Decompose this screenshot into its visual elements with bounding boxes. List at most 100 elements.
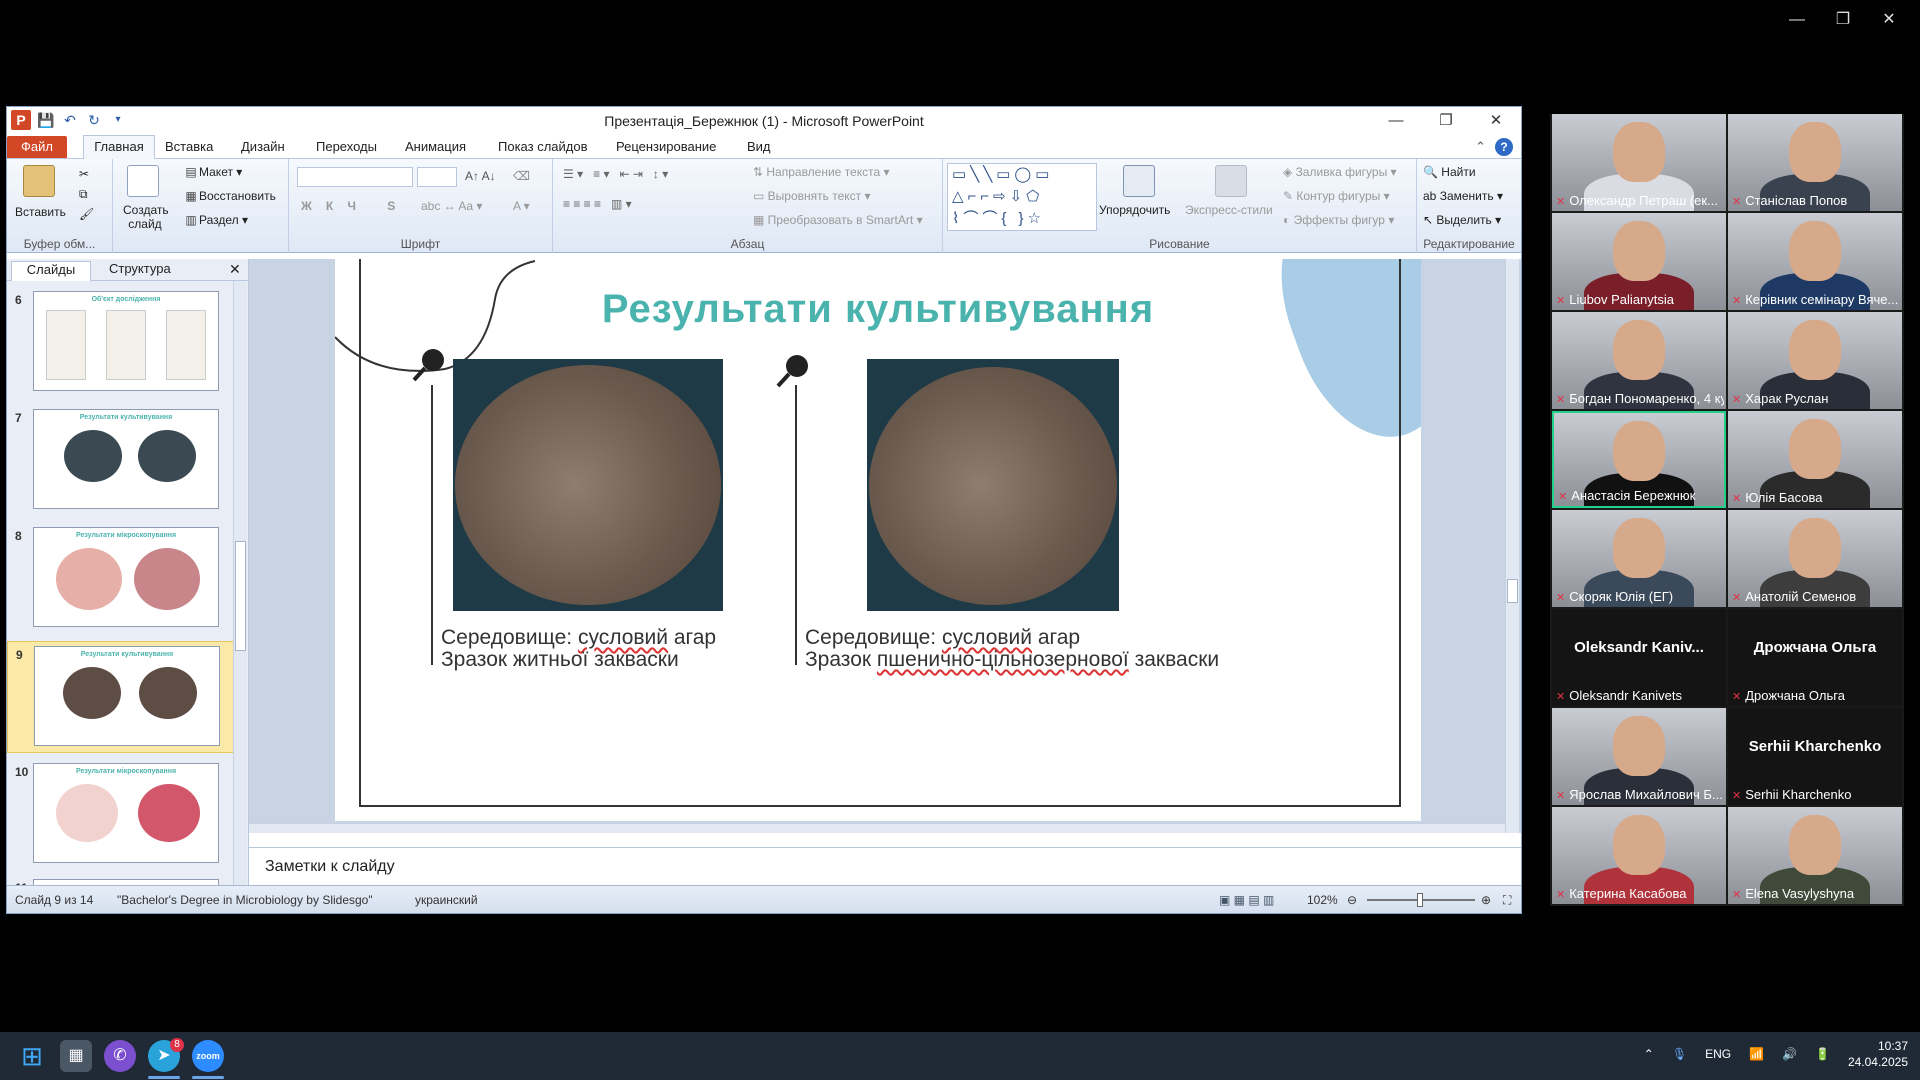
participant-tile[interactable]: ✕ Elena Vasylyshyna [1728, 807, 1902, 904]
participant-tile[interactable]: ✕ Скоряк Юлія (ЕГ) [1552, 510, 1726, 607]
shape-fill-button[interactable]: ◈ Заливка фигуры ▾ [1283, 165, 1397, 179]
font-size-select[interactable] [417, 167, 457, 187]
zoom-level[interactable]: 102% [1307, 893, 1338, 907]
wifi-icon[interactable]: 📶 [1749, 1047, 1764, 1061]
clear-format-icon[interactable]: ⌫ [513, 169, 530, 183]
tab-review[interactable]: Рецензирование [616, 139, 716, 154]
help-icon[interactable]: ? [1495, 138, 1513, 156]
shape-outline-button[interactable]: ✎ Контур фигуры ▾ [1283, 189, 1390, 203]
font-style-buttons[interactable]: ЖКЧ S [301, 199, 409, 213]
slide-scroll-thumb[interactable] [1507, 579, 1518, 603]
close-button[interactable]: ✕ [1471, 107, 1521, 135]
tray-expand-icon[interactable]: ⌃ [1644, 1047, 1654, 1061]
arrange-icon[interactable] [1123, 165, 1155, 197]
slide-thumbnail-6[interactable]: 6 Об'єкт дослідження [7, 287, 235, 399]
battery-icon[interactable]: 🔋 [1815, 1047, 1830, 1061]
tab-file[interactable]: Файл [7, 136, 67, 158]
font-color-icon[interactable]: A ▾ [513, 199, 530, 213]
reset-button[interactable]: ▦ Восстановить [183, 189, 276, 203]
slide-horizontal-scrollbar[interactable] [249, 823, 1505, 833]
zoom-in-icon[interactable]: ⊕ [1481, 893, 1491, 907]
volume-icon[interactable]: 🔊 [1782, 1047, 1797, 1061]
paste-button[interactable]: Вставить [15, 205, 66, 219]
slide-thumbnail-7[interactable]: 7 Результати культивування [7, 405, 235, 517]
find-button[interactable]: 🔍 Найти [1423, 165, 1476, 179]
tab-view[interactable]: Вид [747, 139, 771, 154]
participant-tile[interactable]: ✕ Ярослав Михайлович Б... [1552, 708, 1726, 805]
participant-tile[interactable]: Дрожчана Ольга ✕ Дрожчана Ольга [1728, 609, 1902, 706]
tab-outline[interactable]: Структура [109, 261, 171, 276]
participant-tile[interactable]: ✕ Катерина Касабова [1552, 807, 1726, 904]
keyboard-language[interactable]: ENG [1705, 1047, 1731, 1061]
close-icon[interactable]: ✕ [1866, 8, 1912, 32]
zoom-out-icon[interactable]: ⊖ [1347, 893, 1357, 907]
slide-canvas[interactable]: Результати культивування Середовище: сус… [335, 259, 1421, 821]
participant-tile[interactable]: ✕ Керівник семінару Вяче... [1728, 213, 1902, 310]
align-text-button[interactable]: ▭ Выровнять текст ▾ [753, 189, 871, 203]
tab-design[interactable]: Дизайн [241, 139, 285, 154]
smartart-button[interactable]: ▦ Преобразовать в SmartArt ▾ [753, 213, 923, 227]
tab-slides[interactable]: Слайды [11, 261, 91, 281]
participant-tile[interactable]: ✕ Олександр Петраш (ек... [1552, 114, 1726, 211]
slide-thumbnail-9[interactable]: 9 Результати культивування [7, 641, 235, 753]
slide-thumbnail-10[interactable]: 10 Результати мікроскопування [7, 759, 235, 871]
slide-thumbnail-8[interactable]: 8 Результати мікроскопування [7, 523, 235, 635]
petri-photo-rye[interactable] [453, 359, 723, 611]
viber-icon[interactable]: ✆ [104, 1040, 136, 1072]
copy-icon[interactable]: ⧉ [79, 187, 88, 202]
participant-tile[interactable]: Oleksandr Kaniv... ✕ Oleksandr Kanivets [1552, 609, 1726, 706]
tab-home[interactable]: Главная [83, 135, 155, 160]
participant-tile[interactable]: ✕ Анатолій Семенов [1728, 510, 1902, 607]
microphone-icon[interactable]: 🎙 [1672, 1047, 1687, 1061]
windows-start-icon[interactable]: ⊞ [16, 1040, 48, 1072]
minimize-icon[interactable]: — [1774, 8, 1820, 32]
theme-name[interactable]: "Bachelor's Degree in Microbiology by Sl… [117, 893, 373, 907]
tab-insert[interactable]: Вставка [165, 139, 213, 154]
tab-animation[interactable]: Анимация [405, 139, 466, 154]
calculator-icon[interactable]: ▦ [60, 1040, 92, 1072]
participant-tile[interactable]: ✕ Харак Руслан [1728, 312, 1902, 409]
participant-tile[interactable]: ✕ Liubov Palianytsia [1552, 213, 1726, 310]
select-button[interactable]: ↖ Выделить ▾ [1423, 213, 1501, 227]
zoom-app-icon[interactable]: zoom [192, 1040, 224, 1072]
font-name-select[interactable] [297, 167, 413, 187]
char-spacing-icon[interactable]: abc ↔ Aa ▾ [421, 199, 482, 213]
shapes-gallery[interactable]: ▭╲╲▭◯▭ △⌐⌐⇨⇩⬠ ⌇⌒⌒{ }☆ [947, 163, 1097, 231]
arrange-button[interactable]: Упорядочить [1099, 203, 1170, 217]
restore-icon[interactable]: ❐ [1820, 8, 1866, 32]
panel-scrollbar[interactable] [233, 281, 247, 885]
tab-transitions[interactable]: Переходы [316, 139, 377, 154]
quick-styles-icon[interactable] [1215, 165, 1247, 197]
format-painter-icon[interactable]: 🖌 [79, 207, 94, 221]
collapse-ribbon-icon[interactable]: ⌃ [1475, 139, 1486, 155]
shape-effects-button[interactable]: ◐ Эффекты фигур ▾ [1283, 213, 1394, 227]
paste-icon[interactable] [23, 165, 55, 197]
section-button[interactable]: ▥ Раздел ▾ [183, 213, 248, 227]
participant-tile[interactable]: ✕ Анастасія Бережнюк [1552, 411, 1726, 508]
grow-font-icon[interactable]: A↑ A↓ [465, 169, 496, 183]
new-slide-button[interactable]: Создать слайд [123, 203, 169, 231]
petri-photo-wheat[interactable] [867, 359, 1119, 611]
slide-vertical-scrollbar[interactable] [1505, 259, 1519, 833]
tab-slideshow[interactable]: Показ слайдов [498, 139, 588, 154]
notes-pane[interactable]: Заметки к слайду [249, 847, 1521, 883]
zoom-slider-thumb[interactable] [1417, 893, 1423, 907]
language-indicator[interactable]: украинский [415, 893, 478, 907]
bullets-icon[interactable]: ☰ ▾ ≡ ▾ ⇤ ⇥ ↕ ▾ [563, 167, 668, 181]
participant-tile[interactable]: ✕ Богдан Пономаренко, 4 ку... [1552, 312, 1726, 409]
text-direction-button[interactable]: ⇅ Направление текста ▾ [753, 165, 890, 179]
quick-styles-button[interactable]: Экспресс-стили [1185, 203, 1273, 217]
new-slide-icon[interactable] [127, 165, 159, 197]
view-buttons[interactable]: ▣ ▦ ▤ ▥ [1219, 893, 1274, 907]
cut-icon[interactable]: ✂ [79, 167, 89, 181]
restore-button[interactable]: ❐ [1421, 107, 1471, 135]
clock[interactable]: 10:37 24.04.2025 [1848, 1038, 1908, 1070]
close-panel-icon[interactable]: ✕ [229, 261, 241, 278]
fit-slide-icon[interactable]: ⛶ [1503, 893, 1511, 908]
participant-tile[interactable]: Serhii Kharchenko ✕ Serhii Kharchenko [1728, 708, 1902, 805]
participant-tile[interactable]: ✕ Станіслав Попов [1728, 114, 1902, 211]
minimize-button[interactable]: — [1371, 107, 1421, 135]
align-icon[interactable]: ≡ ≡ ≡ ≡ ▥ ▾ [563, 197, 632, 211]
layout-button[interactable]: ▤ Макет ▾ [183, 165, 242, 179]
replace-button[interactable]: ab Заменить ▾ [1423, 189, 1503, 203]
